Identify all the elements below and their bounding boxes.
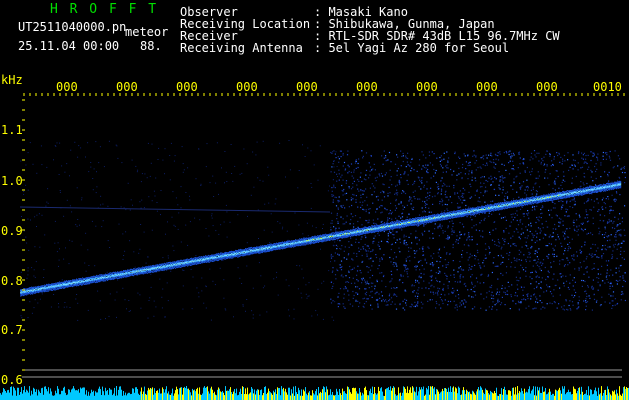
- meteor-label: meteor: [125, 25, 169, 39]
- y-tick-0.8: 0.8: [1, 274, 23, 288]
- count-label: 88.: [140, 39, 162, 53]
- x-tick-5: 000: [296, 80, 318, 94]
- brand-label: H R O F F T: [50, 2, 159, 17]
- x-tick-10: 0010: [593, 80, 622, 94]
- y-axis-unit: kHz: [1, 73, 23, 87]
- field-label-antenna: Receiving Antenna: [180, 41, 303, 55]
- x-tick-9: 000: [536, 80, 558, 94]
- filename-label: UT2511040000.pn: [18, 20, 127, 34]
- spectrogram-plot: [0, 0, 629, 400]
- x-tick-1: 000: [56, 80, 78, 94]
- y-tick-0.9: 0.9: [1, 224, 23, 238]
- field-value-antenna: : 5el Yagi Az 280 for Seoul: [314, 41, 510, 55]
- datetime-label: 25.11.04 00:00: [18, 39, 120, 53]
- x-tick-2: 000: [116, 80, 138, 94]
- y-tick-1.0: 1.0: [1, 174, 23, 188]
- y-tick-1.1: 1.1: [1, 123, 23, 137]
- x-tick-3: 000: [176, 80, 198, 94]
- y-tick-0.7: 0.7: [1, 323, 23, 337]
- x-tick-marks: [23, 93, 625, 96]
- y-tick-0.6: 0.6: [1, 373, 23, 387]
- x-tick-7: 000: [416, 80, 438, 94]
- x-tick-8: 000: [476, 80, 498, 94]
- x-tick-6: 000: [356, 80, 378, 94]
- x-tick-4: 000: [236, 80, 258, 94]
